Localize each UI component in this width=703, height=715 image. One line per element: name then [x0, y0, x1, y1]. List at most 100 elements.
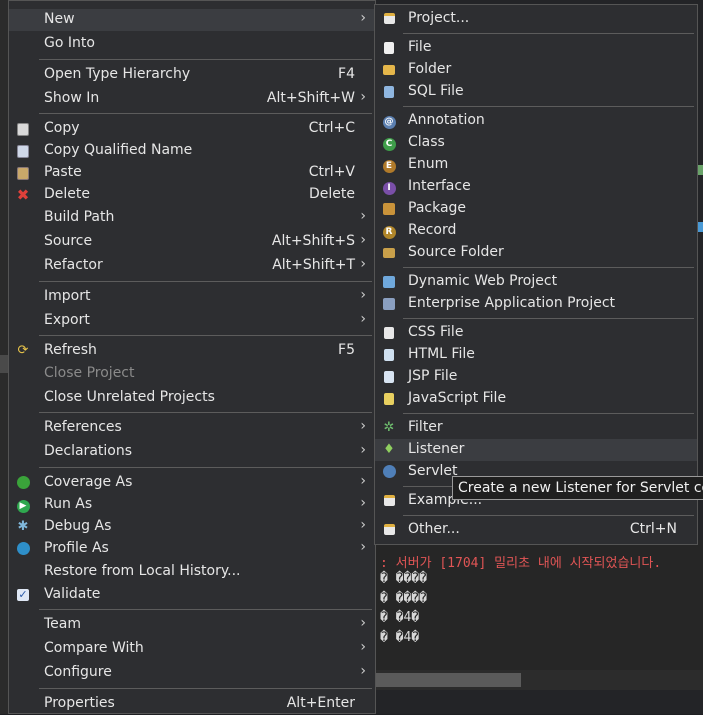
submenu-item-dynamic-web-project[interactable]: Dynamic Web Project — [375, 271, 697, 293]
copy-icon — [15, 121, 31, 137]
submenu-item-enterprise-application-project[interactable]: Enterprise Application Project — [375, 293, 697, 315]
menu-item-paste[interactable]: Paste Ctrl+V — [9, 162, 375, 184]
menu-item-new[interactable]: New › — [9, 9, 375, 31]
scrollbar-thumb[interactable] — [376, 673, 521, 687]
submenu-item-package[interactable]: Package — [375, 198, 697, 220]
enum-icon: E — [381, 157, 397, 173]
chevron-right-icon: › — [360, 442, 366, 458]
menu-separator — [39, 335, 372, 336]
submenu-item-source-folder[interactable]: Source Folder — [375, 242, 697, 264]
submenu-item-file[interactable]: File — [375, 37, 697, 59]
menu-item-copy[interactable]: Copy Ctrl+C — [9, 118, 375, 140]
profile-icon — [15, 541, 31, 557]
submenu-item-record[interactable]: R Record — [375, 220, 697, 242]
submenu-item-enum[interactable]: E Enum — [375, 154, 697, 176]
submenu-item-jsp-file[interactable]: JSP File — [375, 366, 697, 388]
menu-separator — [403, 33, 694, 34]
run-icon: ▶ — [15, 497, 31, 513]
folder-icon — [381, 62, 397, 78]
source-folder-icon — [381, 245, 397, 261]
horizontal-scrollbar[interactable] — [376, 670, 703, 690]
menu-item-restore-from-local-history[interactable]: Restore from Local History... — [9, 561, 375, 583]
new-submenu: Project... File Folder SQL File @ Annota… — [374, 4, 698, 545]
menu-separator — [403, 318, 694, 319]
file-icon — [381, 40, 397, 56]
menu-item-copy-qualified-name[interactable]: Copy Qualified Name — [9, 140, 375, 162]
context-menu: New › Go Into Open Type Hierarchy F4 Sho… — [8, 0, 376, 714]
menu-item-close-project[interactable]: Close Project — [9, 363, 375, 385]
chevron-right-icon: › — [360, 663, 366, 679]
submenu-item-sql-file[interactable]: SQL File — [375, 81, 697, 103]
submenu-item-project[interactable]: Project... — [375, 8, 697, 30]
servlet-icon — [381, 464, 397, 480]
paste-icon — [15, 165, 31, 181]
filter-icon: ✲ — [383, 420, 395, 435]
menu-item-delete[interactable]: ✖ Delete Delete — [9, 184, 375, 206]
menu-item-show-in[interactable]: Show In Alt+Shift+W › — [9, 88, 375, 110]
menu-separator — [39, 59, 372, 60]
menu-item-go-into[interactable]: Go Into — [9, 33, 375, 55]
menu-item-close-unrelated-projects[interactable]: Close Unrelated Projects — [9, 387, 375, 409]
menu-item-build-path[interactable]: Build Path › — [9, 207, 375, 229]
menu-item-open-type-hierarchy[interactable]: Open Type Hierarchy F4 — [9, 64, 375, 86]
delete-icon: ✖ — [16, 186, 30, 204]
jsp-file-icon — [381, 369, 397, 385]
menu-item-properties[interactable]: Properties Alt+Enter — [9, 693, 375, 715]
menu-item-team[interactable]: Team › — [9, 614, 375, 636]
css-file-icon — [381, 325, 397, 341]
submenu-item-listener[interactable]: ♦ Listener — [375, 439, 697, 461]
console-line: � �4� — [380, 610, 420, 625]
submenu-item-interface[interactable]: I Interface — [375, 176, 697, 198]
chevron-right-icon: › — [360, 473, 366, 489]
chevron-right-icon: › — [360, 232, 366, 248]
chevron-right-icon: › — [360, 615, 366, 631]
submenu-item-folder[interactable]: Folder — [375, 59, 697, 81]
ear-project-icon — [381, 296, 397, 312]
other-icon — [381, 522, 397, 538]
menu-item-refresh[interactable]: ⟳ Refresh F5 — [9, 340, 375, 362]
package-icon — [381, 201, 397, 217]
html-file-icon — [381, 347, 397, 363]
submenu-item-filter[interactable]: ✲ Filter — [375, 417, 697, 439]
debug-icon: ✱ — [17, 519, 29, 534]
refresh-icon: ⟳ — [17, 343, 29, 358]
menu-item-source[interactable]: Source Alt+Shift+S › — [9, 231, 375, 253]
menu-item-debug-as[interactable]: ✱ Debug As › — [9, 516, 375, 538]
menu-item-validate[interactable]: ✓ Validate — [9, 584, 375, 606]
submenu-item-annotation[interactable]: @ Annotation — [375, 110, 697, 132]
menu-separator — [403, 267, 694, 268]
menu-item-configure[interactable]: Configure › — [9, 662, 375, 684]
menu-item-coverage-as[interactable]: Coverage As › — [9, 472, 375, 494]
menu-item-export[interactable]: Export › — [9, 310, 375, 332]
listener-icon: ♦ — [383, 442, 395, 457]
chevron-right-icon: › — [360, 10, 366, 26]
menu-item-import[interactable]: Import › — [9, 286, 375, 308]
submenu-item-class[interactable]: C Class — [375, 132, 697, 154]
menu-separator — [39, 281, 372, 282]
submenu-item-javascript-file[interactable]: JavaScript File — [375, 388, 697, 410]
chevron-right-icon: › — [360, 256, 366, 272]
menu-item-compare-with[interactable]: Compare With › — [9, 638, 375, 660]
annotation-icon: @ — [382, 116, 396, 129]
submenu-item-html-file[interactable]: HTML File — [375, 344, 697, 366]
check-icon: ✓ — [17, 588, 29, 601]
menu-item-run-as[interactable]: ▶ Run As › — [9, 494, 375, 516]
coverage-icon — [15, 475, 31, 491]
menu-separator — [403, 106, 694, 107]
chevron-right-icon: › — [360, 639, 366, 655]
console-line: � ���� — [380, 571, 427, 586]
menu-separator — [39, 467, 372, 468]
menu-separator — [39, 688, 372, 689]
menu-item-profile-as[interactable]: Profile As › — [9, 538, 375, 560]
chevron-right-icon: › — [360, 539, 366, 555]
interface-icon: I — [381, 179, 397, 195]
menu-item-declarations[interactable]: Declarations › — [9, 441, 375, 463]
project-icon — [381, 11, 397, 27]
submenu-item-other[interactable]: Other... Ctrl+N — [375, 519, 697, 541]
console-view: : 서버가 [1704] 밀리초 내에 시작되었습니다. � ���� � ��… — [376, 540, 703, 670]
chevron-right-icon: › — [360, 495, 366, 511]
menu-item-references[interactable]: References › — [9, 417, 375, 439]
submenu-item-css-file[interactable]: CSS File — [375, 322, 697, 344]
console-line: � �4� — [380, 630, 420, 645]
menu-item-refactor[interactable]: Refactor Alt+Shift+T › — [9, 255, 375, 277]
